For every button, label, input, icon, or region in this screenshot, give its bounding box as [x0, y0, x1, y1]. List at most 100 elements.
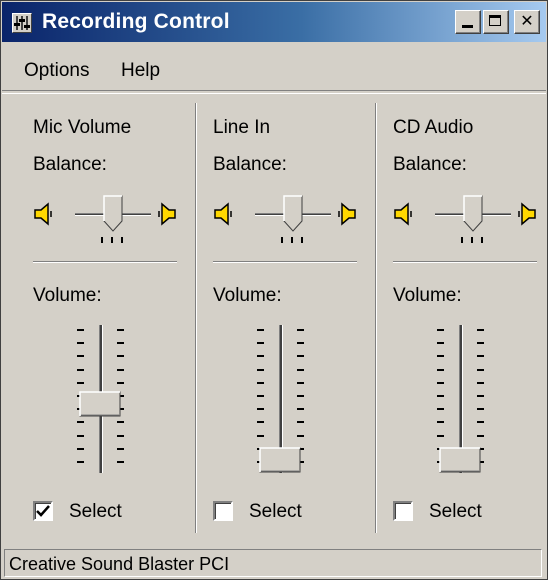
volume-tick	[297, 355, 304, 358]
volume-tick	[77, 434, 84, 437]
volume-tick	[257, 421, 264, 424]
volume-tick	[297, 408, 304, 411]
balance-tick	[281, 237, 283, 243]
volume-label: Volume:	[33, 285, 102, 306]
menu-separator	[2, 90, 546, 94]
balance-label: Balance:	[33, 154, 107, 175]
balance-label: Balance:	[213, 154, 287, 175]
volume-tick	[477, 408, 484, 411]
volume-tick	[477, 434, 484, 437]
volume-tick	[257, 329, 264, 331]
volume-tick	[117, 342, 124, 345]
speaker-right-icon	[151, 201, 177, 227]
balance-slider-thumb[interactable]	[463, 195, 483, 233]
volume-tick	[297, 421, 304, 424]
volume-tick	[297, 368, 304, 371]
select-label[interactable]: Select	[69, 501, 122, 523]
volume-tick	[117, 329, 124, 331]
channel-cd-audio: CD Audio Balance: Volume: Select	[371, 97, 548, 537]
volume-tick	[257, 395, 264, 397]
volume-slider-thumb[interactable]	[439, 447, 481, 473]
volume-tick	[77, 461, 84, 463]
channel-name: Mic Volume	[33, 117, 132, 138]
volume-tick	[77, 421, 84, 424]
volume-tick	[477, 381, 484, 384]
volume-tick	[257, 355, 264, 358]
balance-tick	[301, 237, 303, 243]
volume-tick	[77, 329, 84, 331]
volume-tick	[297, 395, 304, 397]
volume-tick	[437, 434, 444, 437]
channel-name: Line In	[213, 117, 271, 138]
volume-tick	[257, 342, 264, 345]
close-icon: ✕	[520, 11, 534, 30]
close-button[interactable]: ✕	[514, 10, 540, 34]
maximize-button[interactable]	[483, 10, 509, 34]
channel-separator	[393, 261, 537, 263]
balance-tick	[101, 237, 103, 243]
checkmark-icon	[36, 505, 50, 517]
volume-tick	[117, 381, 124, 384]
select-checkbox[interactable]	[33, 501, 53, 521]
volume-tick	[77, 342, 84, 345]
volume-tick	[437, 395, 444, 397]
status-panel: Creative Sound Blaster PCI	[4, 549, 542, 577]
volume-tick	[117, 447, 124, 450]
volume-tick	[77, 355, 84, 358]
balance-slider-thumb[interactable]	[103, 195, 123, 233]
menu-help[interactable]: Help	[121, 60, 160, 82]
minimize-button[interactable]	[455, 10, 481, 34]
select-label[interactable]: Select	[429, 501, 482, 523]
volume-tick	[257, 381, 264, 384]
balance-tick	[291, 237, 293, 243]
speaker-right-icon	[511, 201, 537, 227]
volume-tick	[257, 434, 264, 437]
balance-tick	[481, 237, 483, 243]
menu-bar: Options Help	[2, 53, 546, 83]
channel-mic-volume: Mic Volume Balance: Volume: Select	[11, 97, 191, 537]
select-checkbox[interactable]	[213, 501, 233, 521]
volume-slider-thumb[interactable]	[259, 447, 301, 473]
speaker-left-icon	[393, 201, 419, 227]
channel-line-in: Line In Balance: Volume: Select	[191, 97, 371, 537]
channel-separator	[213, 261, 357, 263]
volume-label: Volume:	[213, 285, 282, 306]
volume-tick	[477, 355, 484, 358]
volume-tick	[117, 434, 124, 437]
balance-slider-thumb[interactable]	[283, 195, 303, 233]
volume-tick	[117, 421, 124, 424]
balance-tick	[111, 237, 113, 243]
select-checkbox[interactable]	[393, 501, 413, 521]
volume-tick	[297, 342, 304, 345]
volume-tick	[477, 342, 484, 345]
speaker-left-icon	[213, 201, 239, 227]
select-label[interactable]: Select	[249, 501, 302, 523]
recording-control-icon[interactable]	[12, 13, 32, 33]
volume-tick	[437, 368, 444, 371]
volume-slider-thumb[interactable]	[79, 391, 121, 417]
volume-tick	[77, 447, 84, 450]
volume-tick	[437, 342, 444, 345]
volume-tick	[257, 368, 264, 371]
speaker-right-icon	[331, 201, 357, 227]
volume-tick	[437, 355, 444, 358]
volume-tick	[477, 421, 484, 424]
volume-tick	[477, 329, 484, 331]
balance-tick	[121, 237, 123, 243]
volume-label: Volume:	[393, 285, 462, 306]
title-bar[interactable]: Recording Control ✕	[2, 2, 546, 42]
menu-options[interactable]: Options	[24, 60, 89, 82]
volume-tick	[297, 381, 304, 384]
volume-tick	[297, 329, 304, 331]
recording-control-window: Recording Control ✕ Options Help Mic Vol…	[0, 0, 548, 580]
volume-tick	[437, 421, 444, 424]
volume-tick	[437, 381, 444, 384]
status-bar: Creative Sound Blaster PCI	[2, 549, 546, 579]
balance-tick	[471, 237, 473, 243]
volume-tick	[477, 368, 484, 371]
volume-tick	[117, 355, 124, 358]
volume-tick	[117, 368, 124, 371]
channel-name: CD Audio	[393, 117, 474, 138]
balance-tick	[461, 237, 463, 243]
balance-label: Balance:	[393, 154, 467, 175]
